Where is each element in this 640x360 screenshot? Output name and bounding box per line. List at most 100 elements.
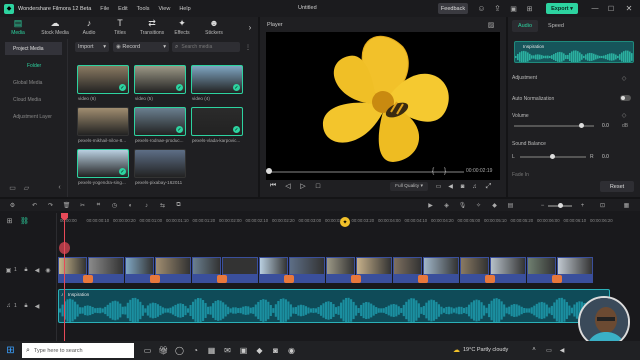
collapse-icon[interactable]: ‹ [55, 183, 64, 192]
transition-block[interactable] [284, 275, 294, 283]
video-clip[interactable] [289, 257, 325, 275]
mail-icon[interactable]: ✉ [222, 345, 233, 356]
color-icon[interactable]: ◐ [126, 201, 135, 210]
balance-value[interactable]: 0.0 [602, 154, 609, 160]
sidebar-item-cloud-media[interactable]: Cloud Media [5, 93, 62, 106]
marker-icon[interactable]: ✦ [340, 217, 350, 227]
video-clip[interactable] [490, 257, 526, 275]
task-view-icon[interactable]: ▭ [142, 345, 153, 356]
media-thumbnail[interactable]: ✓ [134, 107, 186, 136]
video-clip[interactable] [222, 257, 258, 275]
video-clip[interactable] [155, 257, 191, 275]
tab-speed[interactable]: Speed [544, 20, 568, 32]
folder-icon[interactable]: ▱ [22, 183, 31, 192]
filmora-taskbar-icon[interactable]: ◆ [254, 345, 265, 356]
camera-app-icon[interactable]: ◙ [270, 345, 281, 356]
link-icon[interactable]: ⛓ [20, 216, 29, 225]
add-track-icon[interactable]: ⊞ [5, 216, 14, 225]
grid-icon[interactable]: ⊞ [524, 3, 535, 14]
sidebar-item-adjustment-layer[interactable]: Adjustment Layer [5, 110, 62, 123]
render-icon[interactable]: ▶ [426, 201, 435, 210]
tab-titles[interactable]: T Titles [105, 17, 135, 39]
volume-slider-handle[interactable] [579, 123, 584, 128]
volume-value[interactable]: 0.0 [602, 123, 609, 129]
sidebar-item-project-media[interactable]: Project Media [5, 42, 62, 55]
camera-icon[interactable]: ◙ [458, 182, 467, 191]
progress-handle[interactable] [266, 168, 272, 174]
new-folder-icon[interactable]: ▭ [8, 183, 17, 192]
media-thumbnail[interactable] [77, 107, 129, 136]
video-clip[interactable] [527, 257, 556, 275]
zoom-out-icon[interactable]: − [538, 201, 547, 210]
windows-start-icon[interactable]: ⊞ [5, 345, 16, 356]
balance-slider-handle[interactable] [550, 154, 555, 159]
playhead-line[interactable] [64, 213, 65, 341]
tab-stock-media[interactable]: ☁ Stock Media [40, 17, 70, 39]
video-clip[interactable] [125, 257, 154, 275]
undo-icon[interactable]: ↶ [30, 201, 39, 210]
menu-icon[interactable]: ⚙ [8, 201, 17, 210]
menu-view[interactable]: View [158, 6, 170, 12]
mic-icon[interactable]: 🎙︎ [458, 201, 467, 210]
menu-help[interactable]: Help [179, 6, 190, 12]
tab-stickers[interactable]: ☻ Stickers [199, 17, 229, 39]
media-thumbnail[interactable]: ✓ [191, 107, 243, 136]
play-icon[interactable]: ▷ [298, 181, 308, 191]
mute-icon[interactable]: ◀ [33, 266, 41, 274]
video-clip[interactable] [259, 257, 288, 275]
menu-tools[interactable]: Tools [137, 6, 150, 12]
menu-edit[interactable]: Edit [118, 6, 127, 12]
lock-icon[interactable]: 🔒︎ [22, 302, 30, 310]
cut-icon[interactable]: ✂ [78, 201, 87, 210]
search-input[interactable]: ⌕ Search media [172, 42, 240, 52]
quality-dropdown[interactable]: Full Quality ▾ [390, 182, 428, 191]
media-thumbnail[interactable]: ✓ [77, 65, 129, 94]
maximize-icon[interactable]: ☐ [606, 3, 616, 14]
media-thumbnail[interactable]: ✓ [191, 65, 243, 94]
tab-audio[interactable]: ♪ Audio [74, 17, 104, 39]
media-thumbnail[interactable]: ✓ [134, 65, 186, 94]
play-reverse-icon[interactable]: ◁ [283, 181, 293, 191]
split-screen-icon[interactable]: ▤ [506, 201, 515, 210]
volume-icon[interactable]: ♫ [470, 182, 479, 191]
fullscreen-icon[interactable]: ⤢ [484, 182, 493, 191]
crop-icon[interactable]: ⌗ [94, 201, 103, 210]
media-thumbnail[interactable]: ✓ [77, 149, 129, 178]
close-icon[interactable]: ✕ [624, 3, 634, 14]
import-dropdown[interactable]: Import ▾ [75, 42, 109, 52]
diamond-icon[interactable]: ◇ [620, 74, 628, 82]
video-clip[interactable] [192, 257, 221, 275]
feedback-button[interactable]: Feedback [438, 3, 468, 14]
filter-icon[interactable]: ⋮ [244, 42, 252, 52]
video-clip[interactable] [460, 257, 489, 275]
photos-icon[interactable]: ▣ [238, 345, 249, 356]
split-icon[interactable]: ⇆ [158, 201, 167, 210]
speaker-tray-icon[interactable]: ◀ [558, 345, 566, 355]
video-clip[interactable] [356, 257, 392, 275]
redo-icon[interactable]: ↷ [46, 201, 55, 210]
diamond-icon[interactable]: ◇ [620, 111, 628, 119]
transition-block[interactable] [217, 275, 227, 283]
video-clip[interactable] [393, 257, 422, 275]
video-clip[interactable] [557, 257, 593, 275]
fit-icon[interactable]: ⊡ [598, 201, 607, 210]
zoom-in-icon[interactable]: + [578, 201, 587, 210]
marker-tool-icon[interactable]: ◈ [442, 201, 451, 210]
auto-normalization-toggle[interactable] [620, 95, 631, 101]
sidebar-item-folder[interactable]: Folder [5, 59, 62, 72]
edge-icon[interactable]: ◔ [190, 345, 201, 356]
menu-file[interactable]: File [100, 6, 109, 12]
reset-button[interactable]: Reset [600, 181, 634, 192]
gift-icon[interactable]: 🎁︎ [158, 345, 169, 356]
mark-out-icon[interactable]: } [442, 166, 448, 176]
tab-audio-properties[interactable]: Audio [512, 20, 538, 32]
transition-block[interactable] [418, 275, 428, 283]
transition-block[interactable] [150, 275, 160, 283]
mark-in-icon[interactable]: { [430, 166, 436, 176]
snapshot-icon[interactable]: ▨ [486, 20, 496, 29]
speed-icon[interactable]: ◷ [110, 201, 119, 210]
transition-block[interactable] [351, 275, 361, 283]
cortana-icon[interactable]: ◯ [174, 345, 185, 356]
video-clip[interactable] [326, 257, 355, 275]
eye-icon[interactable]: ◉ [44, 266, 52, 274]
